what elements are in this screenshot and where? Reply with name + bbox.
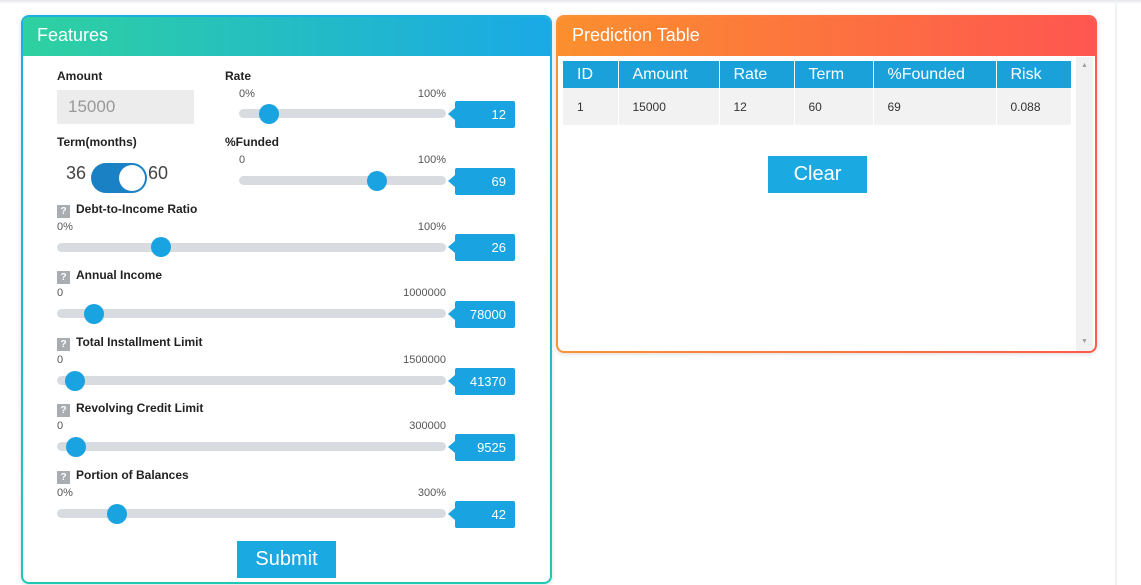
column-header-rate: Rate — [719, 61, 795, 88]
term-option-60: 60 — [148, 163, 169, 183]
installment-help-icon[interactable]: ? — [57, 338, 70, 351]
dti-slider-thumb[interactable] — [151, 237, 171, 257]
cell-term: 60 — [794, 88, 874, 125]
rate-value-box: 12 — [448, 101, 515, 128]
funded-label: %Funded — [225, 135, 279, 149]
cell-risk: 0.088 — [996, 88, 1072, 125]
page-edge-divider — [1115, 0, 1117, 585]
rate-min: 0% — [239, 88, 255, 100]
prediction-table: ID Amount Rate Term %Founded Risk 1 1500… — [563, 61, 1072, 125]
features-title: Features — [37, 25, 109, 45]
clear-button[interactable]: Clear — [768, 156, 867, 193]
column-header-amount: Amount — [618, 61, 720, 88]
balances-max: 300% — [417, 487, 446, 499]
cell-rate: 12 — [719, 88, 795, 125]
balances-value-box: 42 — [448, 501, 515, 528]
term-toggle[interactable] — [91, 163, 147, 193]
funded-max: 100% — [417, 154, 446, 166]
installment-slider-thumb[interactable] — [65, 371, 85, 391]
revolving-slider-thumb[interactable] — [66, 437, 86, 457]
scroll-down-arrow-icon[interactable]: ▼ — [1076, 336, 1093, 348]
rate-label: Rate — [225, 69, 252, 83]
revolving-value-box: 9525 — [448, 434, 515, 461]
installment-label: ? Total Installment Limit — [57, 335, 202, 351]
dti-value-box: 26 — [448, 234, 515, 261]
column-header-founded: %Founded — [873, 61, 997, 88]
balances-min: 0% — [57, 487, 73, 499]
balances-label: ? Portion of Balances — [57, 468, 189, 484]
income-help-icon[interactable]: ? — [57, 271, 70, 284]
column-header-id: ID — [563, 61, 619, 88]
prediction-panel: Prediction Table ID Amount Rate Term %Fo… — [556, 15, 1097, 353]
dti-max: 100% — [417, 221, 446, 233]
cell-amount: 15000 — [618, 88, 720, 125]
table-scrollbar[interactable]: ▲ ▼ — [1076, 57, 1093, 351]
revolving-help-icon[interactable]: ? — [57, 404, 70, 417]
revolving-label: ? Revolving Credit Limit — [57, 401, 203, 417]
dti-min: 0% — [57, 221, 73, 233]
installment-max: 1500000 — [403, 354, 446, 366]
revolving-max: 300000 — [409, 420, 446, 432]
toggle-knob — [119, 165, 145, 191]
income-min: 0 — [57, 287, 64, 299]
balances-help-icon[interactable]: ? — [57, 471, 70, 484]
revolving-min: 0 — [57, 420, 64, 432]
column-header-term: Term — [794, 61, 874, 88]
term-label: Term(months) — [57, 135, 137, 149]
table-row: 1 15000 12 60 69 0.088 — [563, 88, 1072, 125]
dti-slider-track[interactable] — [57, 243, 446, 252]
revolving-slider-track[interactable] — [57, 442, 446, 451]
scroll-up-arrow-icon[interactable]: ▲ — [1076, 60, 1093, 72]
amount-label: Amount — [57, 69, 103, 83]
top-divider — [0, 0, 1141, 4]
column-header-risk: Risk — [996, 61, 1072, 88]
funded-slider-thumb[interactable] — [367, 171, 387, 191]
funded-min: 0 — [239, 154, 246, 166]
income-slider-thumb[interactable] — [84, 304, 104, 324]
funded-value-box: 69 — [448, 168, 515, 195]
cell-founded: 69 — [873, 88, 997, 125]
balances-slider-thumb[interactable] — [107, 504, 127, 524]
installment-slider-track[interactable] — [57, 376, 446, 385]
rate-max: 100% — [417, 88, 446, 100]
installment-value-box: 41370 — [448, 368, 515, 395]
prediction-title: Prediction Table — [572, 25, 700, 45]
term-option-36: 36 — [66, 163, 87, 183]
funded-slider-track[interactable] — [239, 176, 446, 185]
income-max: 1000000 — [403, 287, 446, 299]
installment-min: 0 — [57, 354, 64, 366]
cell-id: 1 — [563, 88, 619, 125]
income-slider-track[interactable] — [57, 309, 446, 318]
rate-slider-thumb[interactable] — [259, 104, 279, 124]
features-header: Features — [23, 17, 550, 56]
dti-label: ? Debt-to-Income Ratio — [57, 202, 197, 218]
income-label: ? Annual Income — [57, 268, 162, 284]
table-header-row: ID Amount Rate Term %Founded Risk — [563, 61, 1072, 88]
dti-help-icon[interactable]: ? — [57, 205, 70, 218]
amount-field[interactable] — [57, 90, 194, 124]
features-panel: Features Amount Rate 0% 100% 12 Term(mon… — [21, 15, 552, 584]
prediction-header: Prediction Table — [558, 17, 1095, 56]
income-value-box: 78000 — [448, 301, 515, 328]
submit-button[interactable]: Submit — [237, 541, 336, 578]
